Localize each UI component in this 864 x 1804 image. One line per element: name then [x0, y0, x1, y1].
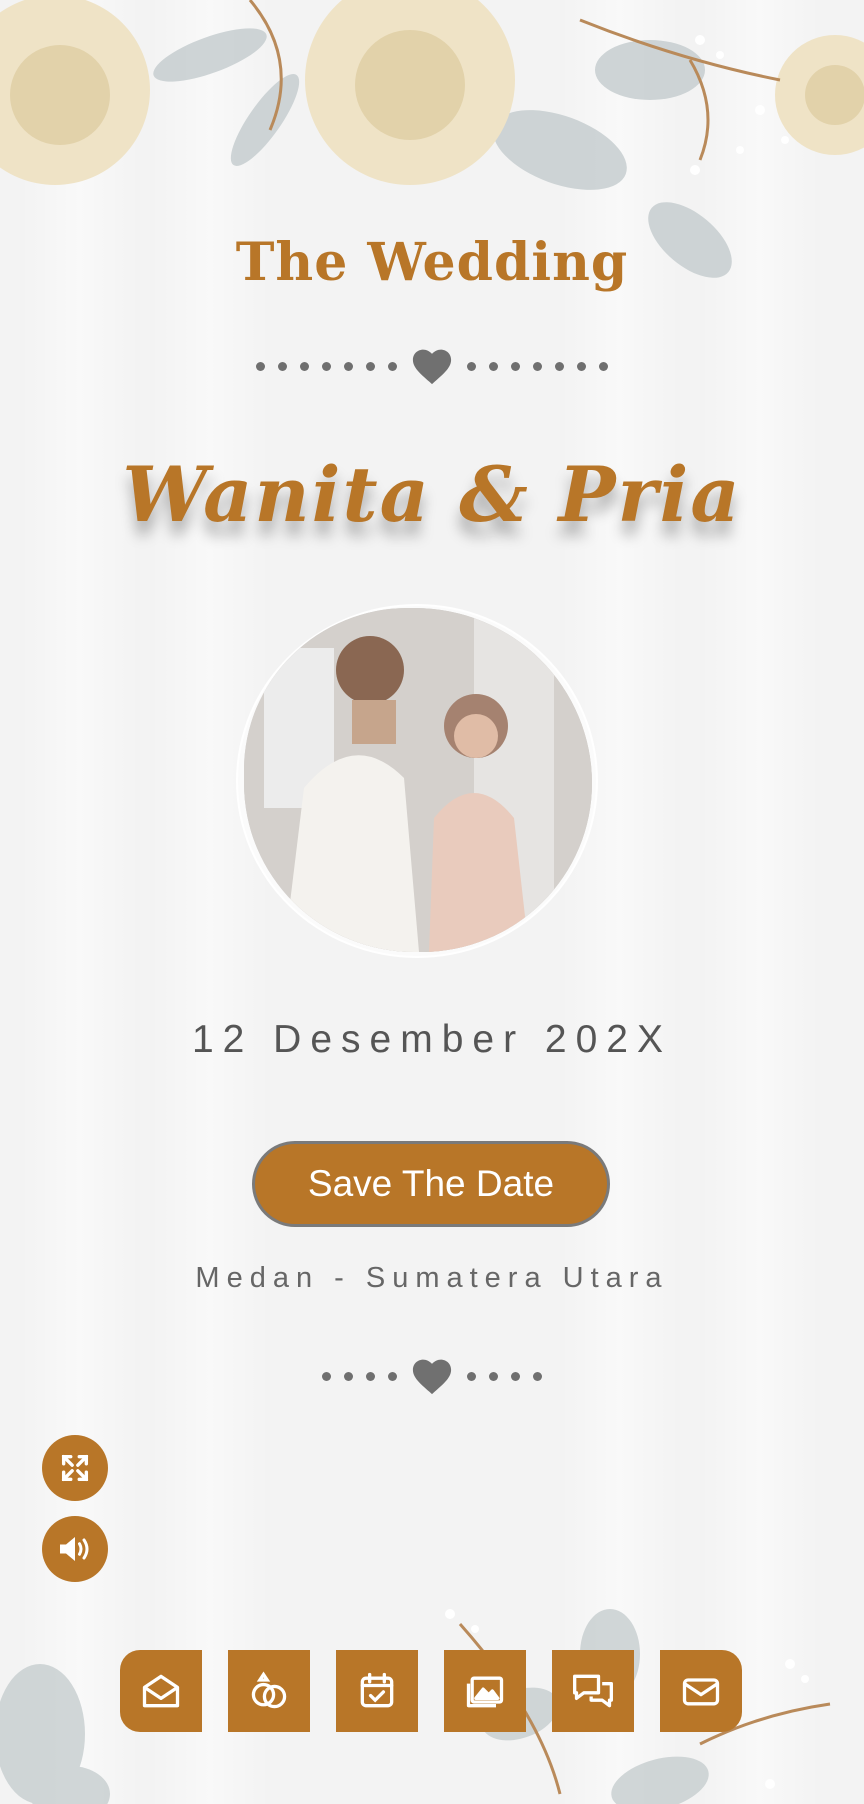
divider-dot	[467, 361, 476, 371]
save-the-date-button[interactable]: Save The Date	[252, 1141, 610, 1227]
divider-dot	[256, 361, 265, 371]
divider-dot	[467, 1371, 476, 1381]
divider-dot	[599, 361, 608, 371]
event-location: Medan - Sumatera Utara	[195, 1262, 669, 1294]
divider-dot	[555, 361, 564, 371]
rings-icon	[251, 1671, 287, 1709]
envelope-open-icon	[142, 1674, 180, 1708]
nav-couple[interactable]	[228, 1650, 310, 1732]
divider-dot	[577, 361, 586, 371]
divider-dot	[388, 1371, 397, 1381]
wedding-title: The Wedding	[235, 232, 629, 293]
event-date: 12 Desember 202X	[191, 1018, 673, 1061]
divider-dot	[388, 361, 397, 371]
nav-cover[interactable]	[120, 1650, 202, 1732]
nav-event[interactable]	[336, 1650, 418, 1732]
divider-dot	[533, 1371, 542, 1381]
chat-icon	[573, 1674, 613, 1708]
couple-names: Wanita & Pria	[122, 450, 742, 539]
divider-dot	[322, 1371, 331, 1381]
divider-dot	[366, 1371, 375, 1381]
divider-bottom	[0, 1356, 864, 1396]
fullscreen-button[interactable]	[42, 1435, 108, 1501]
mail-icon	[682, 1678, 720, 1706]
couple-photo	[232, 598, 604, 966]
divider-dot	[366, 361, 375, 371]
nav-rsvp[interactable]	[660, 1650, 742, 1732]
heart-icon	[412, 1359, 452, 1395]
divider-dot	[489, 1371, 498, 1381]
audio-toggle-button[interactable]	[42, 1516, 108, 1582]
divider-top	[0, 346, 864, 386]
divider-dot	[533, 361, 542, 371]
divider-dot	[300, 361, 309, 371]
divider-dot	[489, 361, 498, 371]
divider-dot	[344, 361, 353, 371]
calendar-check-icon	[360, 1672, 394, 1708]
divider-dot	[511, 361, 520, 371]
gallery-icon	[466, 1676, 504, 1708]
nav-wishes[interactable]	[552, 1650, 634, 1732]
speaker-icon	[60, 1537, 89, 1561]
divider-dot	[511, 1371, 520, 1381]
expand-icon	[61, 1454, 89, 1482]
divider-dot	[322, 361, 331, 371]
divider-dot	[278, 361, 287, 371]
divider-dot	[344, 1371, 353, 1381]
bottom-nav	[120, 1650, 742, 1732]
couple-photo-image	[244, 608, 592, 952]
nav-gallery[interactable]	[444, 1650, 526, 1732]
heart-icon	[412, 349, 452, 385]
